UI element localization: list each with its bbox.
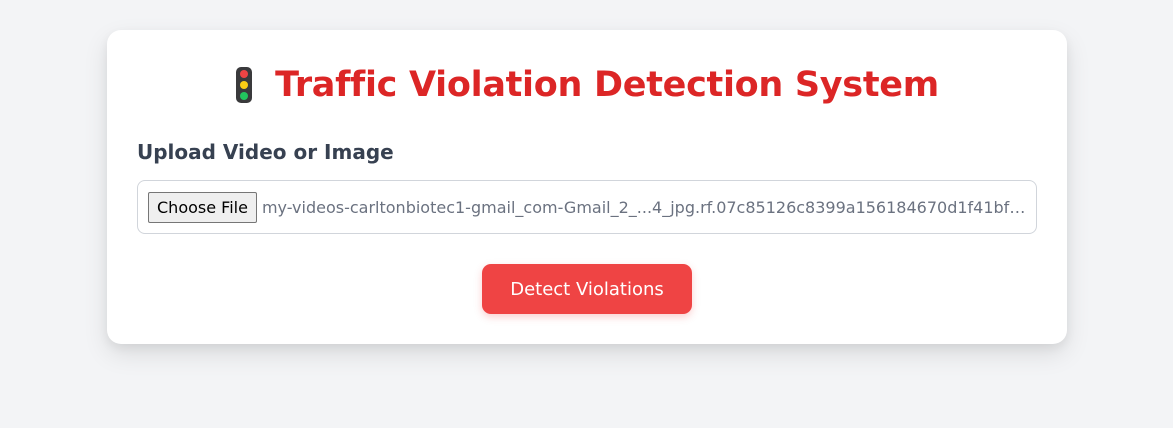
choose-file-button[interactable]: Choose File: [148, 191, 257, 223]
detect-violations-button[interactable]: Detect Violations: [482, 264, 692, 314]
traffic-light-icon: [235, 66, 253, 104]
page-title: Traffic Violation Detection System: [275, 65, 939, 105]
upload-card: Traffic Violation Detection System Uploa…: [107, 30, 1067, 344]
selected-file-name: my-videos-carltonbiotec1-gmail_com-Gmail…: [261, 197, 1032, 217]
file-input[interactable]: Choose File my-videos-carltonbiotec1-gma…: [137, 180, 1037, 234]
header: Traffic Violation Detection System: [107, 62, 1067, 108]
upload-label: Upload Video or Image: [137, 140, 394, 164]
